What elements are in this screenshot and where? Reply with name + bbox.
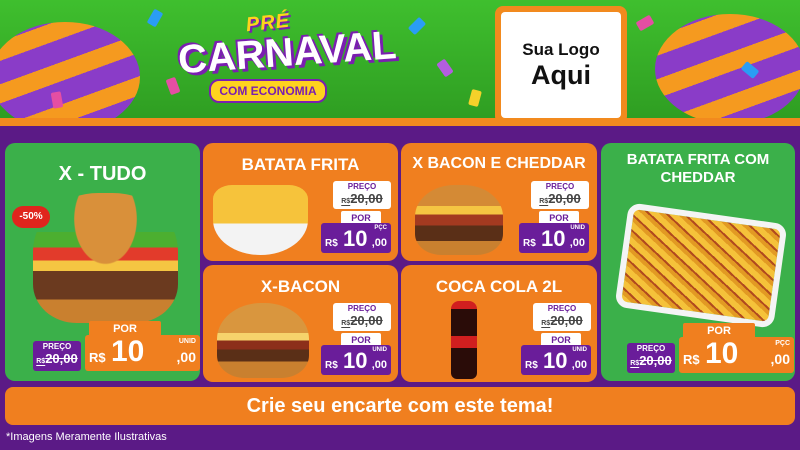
price-integer: 10 xyxy=(543,348,568,373)
price-block: PREÇO R$20,00 POR R$ 10 ,00 PÇC xyxy=(321,181,391,253)
price-cents: ,00 xyxy=(371,359,387,371)
old-price-value: 20,00 xyxy=(350,191,383,206)
old-price: R$20,00 xyxy=(627,354,675,371)
title-subtitle: COM ECONOMIA xyxy=(209,79,327,103)
old-price: R$20,00 xyxy=(531,192,589,209)
price-cents: ,00 xyxy=(176,349,196,365)
soda-bottle-image xyxy=(451,301,477,379)
new-price-box: R$ 10 ,00 UNID xyxy=(321,345,391,375)
old-price-value: 20,00 xyxy=(550,313,583,328)
old-price-currency: R$ xyxy=(341,320,351,327)
price-block: PREÇO R$20,00 POR R$ 10 ,00 UNID xyxy=(521,303,591,375)
price-block: PREÇO R$20,00 POR R$ 10 ,00 UNID xyxy=(321,303,391,375)
old-price-box: PREÇO R$20,00 xyxy=(531,181,589,209)
price-integer: 10 xyxy=(705,337,739,370)
old-price-box: PREÇO R$20,00 xyxy=(333,181,391,209)
price-cents: ,00 xyxy=(770,351,790,367)
price-integer: 10 xyxy=(111,335,145,368)
product-title: BATATA FRITA xyxy=(241,155,360,174)
old-price-currency: R$ xyxy=(539,198,549,205)
logo-placeholder-inner: Sua Logo Aqui xyxy=(501,12,621,118)
old-price-currency: R$ xyxy=(541,320,551,327)
unit-label: PÇC xyxy=(775,340,790,347)
price-cents: ,00 xyxy=(371,237,387,249)
product-title: COCA COLA 2L xyxy=(435,277,563,296)
burger-image xyxy=(33,193,178,323)
logo-text-line2: Aqui xyxy=(531,59,591,90)
old-price-currency: R$ xyxy=(341,198,351,205)
burger-image xyxy=(217,303,309,378)
product-card-coca-cola: COCA COLA 2L PREÇO R$20,00 POR R$ 10 ,00… xyxy=(401,265,597,382)
old-price: R$20,00 xyxy=(333,314,391,331)
product-card-x-tudo: X - TUDO PREÇO R$20,00 POR R$ 10 ,00 UNI… xyxy=(5,143,200,381)
currency: R$ xyxy=(525,360,538,371)
easter-egg-left-decoration xyxy=(0,22,140,118)
old-price-box: PREÇO R$20,00 xyxy=(533,303,591,331)
price-block: PREÇO R$20,00 POR R$ 10 ,00 UNID xyxy=(33,321,200,371)
currency: R$ xyxy=(523,238,536,249)
price-cents: ,00 xyxy=(569,237,585,249)
new-price-box: R$ 10 ,00 PÇC xyxy=(321,223,391,253)
title-main: CARNAVAL xyxy=(176,23,398,83)
price-integer: 10 xyxy=(343,226,368,251)
product-card-batata-frita: BATATA FRITA PREÇO R$20,00 POR R$ 10 ,00… xyxy=(203,143,398,261)
currency: R$ xyxy=(325,238,338,249)
old-price-currency: R$ xyxy=(630,360,640,367)
cta-banner[interactable]: Crie seu encarte com este tema! xyxy=(5,387,795,425)
product-title: X - TUDO xyxy=(58,163,147,185)
currency: R$ xyxy=(325,360,338,371)
easter-egg-right-decoration xyxy=(655,14,800,118)
new-price-box: R$ 10 ,00 UNID xyxy=(85,335,200,371)
product-title: X BACON E CHEDDAR xyxy=(412,155,586,172)
confetti-decoration xyxy=(407,16,427,36)
old-price-box: PREÇO R$20,00 xyxy=(33,341,81,371)
price-integer: 10 xyxy=(343,348,368,373)
confetti-decoration xyxy=(635,14,655,32)
fries-image xyxy=(213,185,308,255)
unit-label: UNID xyxy=(178,338,196,345)
old-price-value: 20,00 xyxy=(639,353,672,368)
confetti-decoration xyxy=(146,8,164,28)
unit-label: UNID xyxy=(570,225,585,231)
old-price-value: 20,00 xyxy=(350,313,383,328)
old-price-currency: R$ xyxy=(36,358,46,365)
logo-text-line1: Sua Logo xyxy=(522,39,600,59)
unit-label: UNID xyxy=(572,347,587,353)
currency: R$ xyxy=(89,350,106,365)
old-price-box: PREÇO R$20,00 xyxy=(627,343,675,373)
old-price-value: 20,00 xyxy=(45,351,78,366)
old-price-box: PREÇO R$20,00 xyxy=(333,303,391,331)
old-price: R$20,00 xyxy=(33,352,81,369)
price-block: PREÇO R$20,00 POR R$ 10 ,00 PÇC xyxy=(627,323,794,373)
discount-badge: -50% xyxy=(12,206,50,228)
old-price: R$20,00 xyxy=(533,314,591,331)
price-block: PREÇO R$20,00 POR R$ 10 ,00 UNID xyxy=(519,181,589,253)
unit-label: UNID xyxy=(372,347,387,353)
product-title: X-BACON xyxy=(260,277,341,296)
disclaimer: *Imagens Meramente Ilustrativas xyxy=(6,431,167,443)
old-price: R$20,00 xyxy=(333,192,391,209)
price-integer: 10 xyxy=(541,226,566,251)
confetti-decoration xyxy=(468,88,482,108)
product-title: BATATA FRITA COM CHEDDAR xyxy=(626,151,770,186)
header-banner: PRÉ CARNAVAL COM ECONOMIA xyxy=(0,0,800,118)
unit-label: PÇC xyxy=(374,225,387,231)
new-price-box: R$ 10 ,00 UNID xyxy=(519,223,589,253)
old-price-value: 20,00 xyxy=(548,191,581,206)
header-divider xyxy=(0,118,800,126)
new-price-box: R$ 10 ,00 UNID xyxy=(521,345,591,375)
product-card-x-bacon: X-BACON PREÇO R$20,00 POR R$ 10 ,00 UNID xyxy=(203,265,398,382)
product-card-x-bacon-cheddar: X BACON E CHEDDAR PREÇO R$20,00 POR R$ 1… xyxy=(401,143,597,261)
burger-image xyxy=(415,185,503,255)
product-card-batata-cheddar: BATATA FRITA COM CHEDDAR PREÇO R$20,00 P… xyxy=(601,143,795,381)
price-cents: ,00 xyxy=(571,359,587,371)
new-price-box: R$ 10 ,00 PÇC xyxy=(679,337,794,373)
logo-placeholder: Sua Logo Aqui xyxy=(495,6,627,124)
cheddar-fries-image xyxy=(614,202,788,329)
currency: R$ xyxy=(683,352,700,367)
confetti-decoration xyxy=(436,58,454,78)
carnaval-title-logo: PRÉ CARNAVAL COM ECONOMIA xyxy=(176,6,398,114)
